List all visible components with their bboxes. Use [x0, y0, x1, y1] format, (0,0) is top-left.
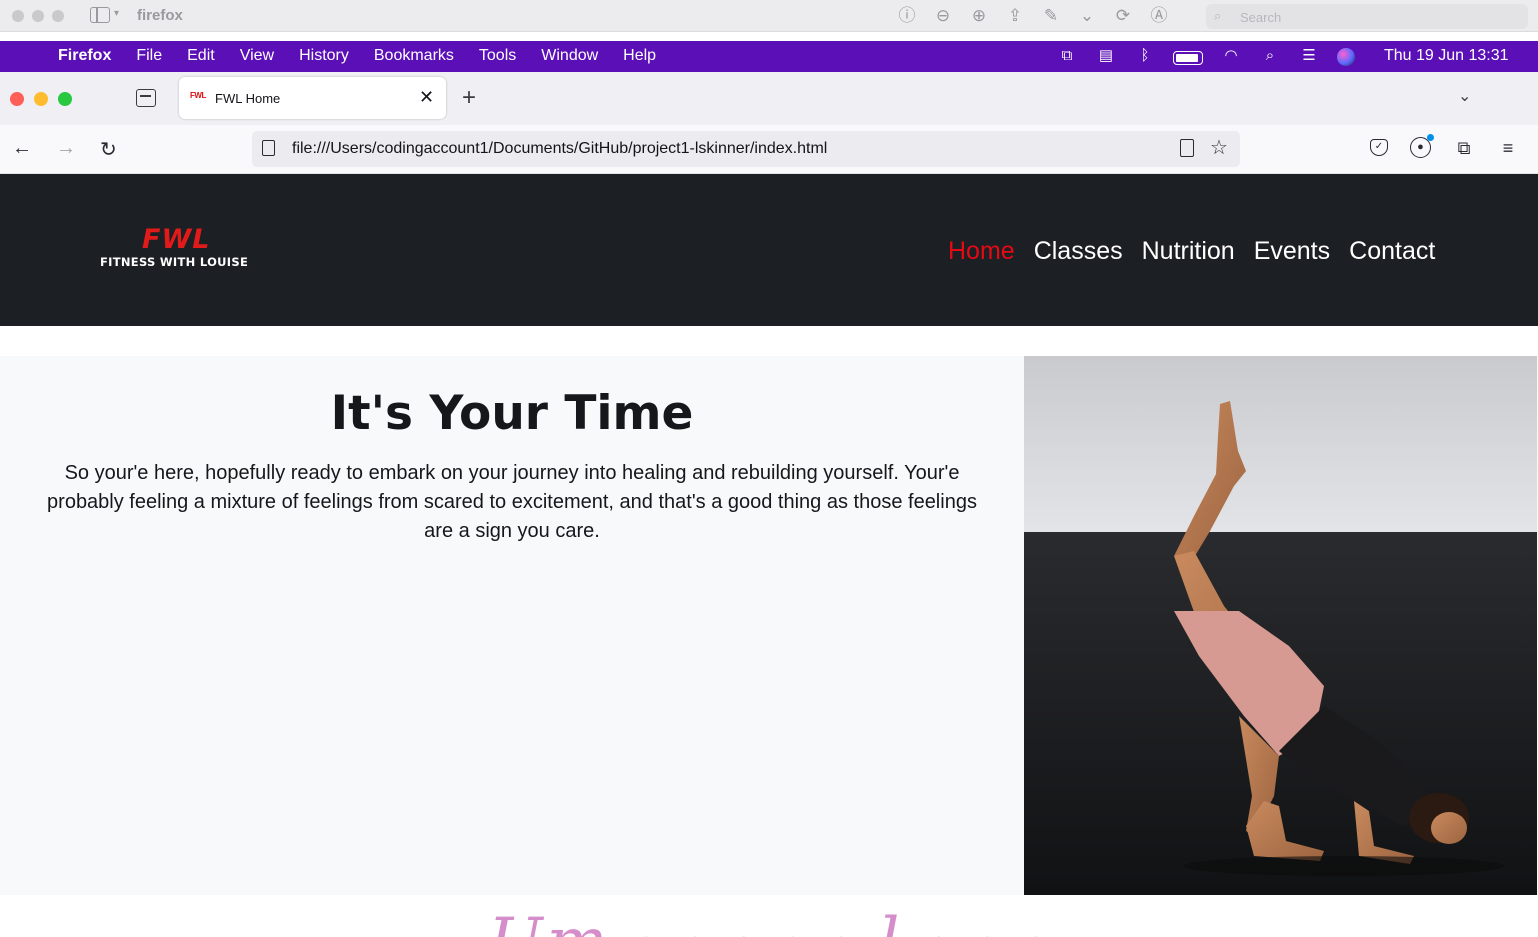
menu-app-name[interactable]: Firefox	[58, 47, 111, 65]
teams-icon[interactable]: ⧉	[1056, 46, 1078, 66]
preview-toolbar: ⓘ ⊖ ⊕ ⇪ ✎ ⌄ ⟳ Ⓐ	[896, 5, 1170, 27]
fwl-logo[interactable]: FWL FITNESS WITH LOUISE	[100, 226, 274, 270]
address-bar[interactable]: file:///Users/codingaccount1/Documents/G…	[252, 131, 1240, 167]
forward-arrow-icon[interactable]: →	[56, 137, 76, 160]
zoom-dot[interactable]	[52, 10, 64, 22]
window-minimize-button[interactable]	[34, 92, 48, 106]
reload-icon[interactable]: ↻	[100, 137, 117, 162]
battery-icon[interactable]	[1173, 50, 1203, 65]
minimize-dot[interactable]	[32, 10, 44, 22]
calendar-icon[interactable]: ▤	[1095, 46, 1117, 66]
nav-link-nutrition[interactable]: Nutrition	[1142, 237, 1235, 266]
browser-tab-strip: FWL FWL Home ✕ + ⌄	[0, 72, 1538, 125]
next-section-heading-partial: Um · · · · · l · · ·	[0, 895, 1538, 937]
wifi-icon[interactable]: ◠	[1220, 46, 1242, 66]
hero-text: So your'e here, hopefully ready to embar…	[47, 462, 977, 542]
window-zoom-button[interactable]	[58, 92, 72, 106]
nav-link-classes[interactable]: Classes	[1034, 237, 1123, 266]
script-heading-glyphs: Um · · · · · l · · ·	[0, 905, 1538, 937]
tab-favicon: FWL	[190, 91, 206, 100]
hero-photo-illustration	[1024, 356, 1537, 895]
share-icon[interactable]: ⇪	[1004, 5, 1026, 27]
site-nav: Home Classes Nutrition Events Contact	[948, 237, 1435, 266]
chevron-down-icon[interactable]: ▾	[114, 8, 119, 19]
rotate-icon[interactable]: ⟳	[1112, 5, 1134, 27]
info-icon[interactable]: ⓘ	[896, 5, 918, 27]
logo-mark: FWL	[142, 224, 211, 255]
firefox-view-icon[interactable]	[136, 89, 156, 107]
url-text[interactable]: file:///Users/codingaccount1/Documents/G…	[292, 140, 827, 158]
zoom-out-icon[interactable]: ⊖	[932, 5, 954, 27]
status-icons: ⧉ ▤ ᛒ ◠ ⌕ ☰	[1056, 46, 1355, 66]
outer-window-bar: ▾ firefox ⓘ ⊖ ⊕ ⇪ ✎ ⌄ ⟳ Ⓐ ⌕ Search	[0, 0, 1538, 32]
siri-icon[interactable]	[1337, 47, 1355, 66]
close-tab-icon[interactable]: ✕	[419, 87, 434, 108]
hero-section: It's Your Time So your'e here, hopefully…	[0, 356, 1538, 895]
bookmark-star-icon[interactable]: ☆	[1210, 135, 1228, 160]
new-tab-icon[interactable]: +	[462, 84, 476, 112]
nav-link-home[interactable]: Home	[948, 237, 1015, 266]
back-arrow-icon[interactable]: ←	[12, 137, 32, 160]
menu-list: Firefox File Edit View History Bookmarks…	[58, 47, 681, 65]
reader-view-icon[interactable]	[1180, 139, 1194, 157]
window-title: firefox	[137, 7, 183, 24]
menu-bookmarks[interactable]: Bookmarks	[374, 47, 454, 65]
account-icon[interactable]: ●	[1410, 134, 1434, 158]
page-icon	[262, 140, 275, 156]
zoom-in-icon[interactable]: ⊕	[968, 5, 990, 27]
search-icon: ⌕	[1214, 8, 1222, 23]
toolbar-right-icons: ✓ ● ⧉ ≡	[1370, 134, 1519, 159]
spotlight-search-icon[interactable]: ⌕	[1259, 46, 1281, 66]
logo-text: FITNESS WITH LOUISE	[100, 255, 249, 269]
menu-edit[interactable]: Edit	[187, 47, 215, 65]
menu-file[interactable]: File	[136, 47, 162, 65]
menu-tools[interactable]: Tools	[479, 47, 516, 65]
hero-title: It's Your Time	[330, 386, 694, 441]
hamburger-menu-icon[interactable]: ≡	[1497, 137, 1519, 159]
control-center-icon[interactable]: ☰	[1298, 46, 1320, 66]
markup-icon[interactable]: ✎	[1040, 5, 1062, 27]
nav-link-events[interactable]: Events	[1254, 237, 1330, 266]
menu-window[interactable]: Window	[541, 47, 598, 65]
list-all-tabs-chevron-icon[interactable]: ⌄	[1458, 86, 1471, 106]
sidebar-toggle-icon[interactable]	[90, 7, 110, 23]
bluetooth-icon[interactable]: ᛒ	[1134, 46, 1156, 66]
menubar-clock[interactable]: Thu 19 Jun 13:31	[1384, 47, 1509, 65]
browser-nav-toolbar: ← → ↻ file:///Users/codingaccount1/Docum…	[0, 125, 1538, 174]
pocket-icon[interactable]: ✓	[1370, 139, 1388, 156]
site-header: FWL FITNESS WITH LOUISE Home Classes Nut…	[0, 174, 1538, 326]
hero-photo-yoga-pose	[1024, 356, 1537, 895]
window-controls-inactive	[12, 10, 64, 22]
nav-link-contact[interactable]: Contact	[1349, 237, 1435, 266]
macos-menu-bar: Firefox File Edit View History Bookmarks…	[0, 41, 1538, 72]
extensions-icon[interactable]: ⧉	[1453, 137, 1475, 159]
tab-title: FWL Home	[215, 91, 281, 106]
search-field[interactable]: ⌕ Search	[1206, 4, 1528, 29]
menu-view[interactable]: View	[240, 47, 274, 65]
search-placeholder: Search	[1240, 10, 1282, 25]
menu-history[interactable]: History	[299, 47, 349, 65]
menu-help[interactable]: Help	[623, 47, 656, 65]
close-dot[interactable]	[12, 10, 24, 22]
chevron-down-icon[interactable]: ⌄	[1076, 5, 1098, 27]
window-close-button[interactable]	[10, 92, 24, 106]
tab-fwl-home[interactable]: FWL FWL Home ✕	[179, 77, 446, 119]
annotate-icon[interactable]: Ⓐ	[1148, 5, 1170, 27]
